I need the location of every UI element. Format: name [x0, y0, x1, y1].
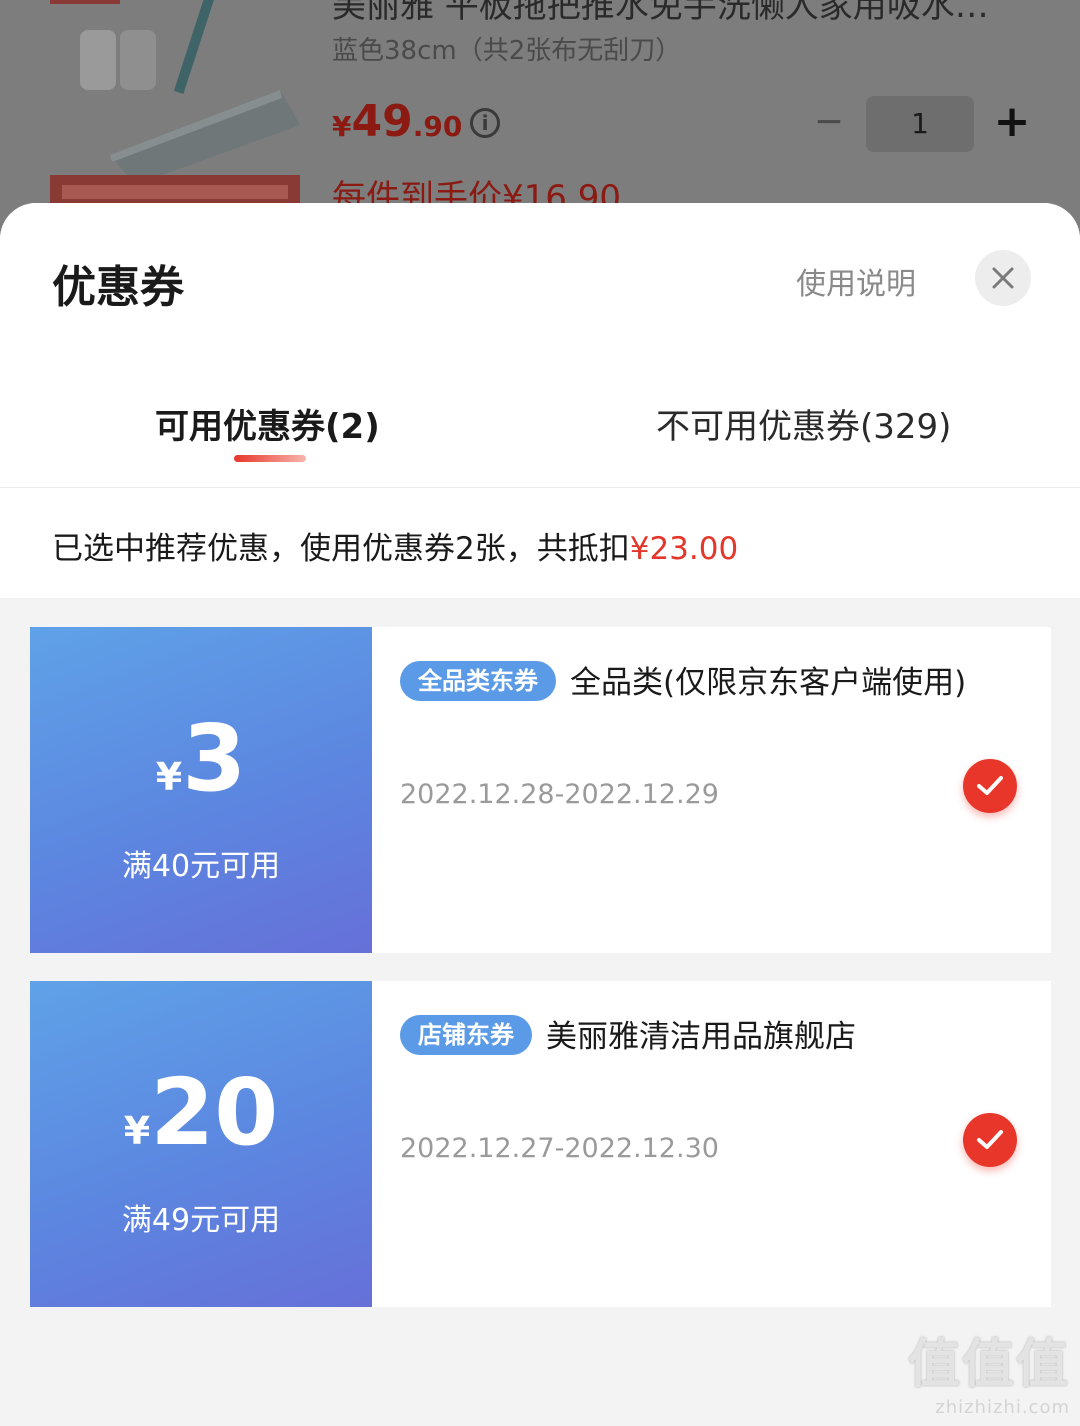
product-card-background: 美丽雅 平板拖把推水免手洗懒人家用吸水… 蓝色38cm（共2张布无刮刀） ¥49… — [0, 0, 1080, 230]
coupon-card[interactable]: ¥3 满40元可用 全品类东券 全品类(仅限京东客户端使用) 2022.12.28… — [24, 627, 1051, 953]
coupon-condition: 满40元可用 — [121, 849, 281, 884]
coupon-amount-value: 20 — [150, 1059, 279, 1166]
sheet-title: 优惠券 — [52, 262, 184, 313]
divider — [0, 487, 1080, 488]
tab-unavailable-coupons[interactable]: 不可用优惠券(329) — [656, 399, 951, 448]
coupon-value-panel: ¥3 满40元可用 — [24, 627, 372, 953]
coupon-type-badge: 全品类东券 — [400, 661, 556, 701]
product-spec: 蓝色38cm（共2张布无刮刀） — [332, 36, 682, 66]
product-title: 美丽雅 平板拖把推水免手洗懒人家用吸水… — [332, 0, 989, 26]
tab-available-coupons[interactable]: 可用优惠券(2) — [155, 399, 380, 448]
coupon-condition: 满49元可用 — [121, 1203, 281, 1238]
coupon-sheet: 优惠券 使用说明 可用优惠券(2) 不可用优惠券(329) 已选中推荐优惠，使用… — [0, 203, 1080, 1426]
active-tab-indicator — [234, 455, 306, 462]
coupon-amount: ¥3 — [30, 705, 372, 812]
close-button[interactable] — [975, 250, 1031, 306]
sheet-header: 优惠券 使用说明 可用优惠券(2) 不可用优惠券(329) 已选中推荐优惠，使用… — [0, 203, 1080, 598]
usage-instructions-link[interactable]: 使用说明 — [796, 259, 916, 303]
quantity-decrease-button[interactable]: − — [812, 104, 846, 144]
product-image — [50, 0, 300, 220]
coupon-scope: 全品类(仅限京东客户端使用) — [570, 665, 967, 701]
selection-summary: 已选中推荐优惠，使用优惠券2张，共抵扣¥23.00 — [52, 523, 738, 568]
coupon-currency: ¥ — [123, 1109, 151, 1153]
watermark-logo: 值值值 — [907, 1335, 1070, 1395]
close-icon — [992, 267, 1014, 289]
coupon-card[interactable]: ¥20 满49元可用 店铺东券 美丽雅清洁用品旗舰店 2022.12.27-202… — [24, 981, 1051, 1307]
coupon-amount: ¥20 — [30, 1059, 372, 1166]
quantity-increase-button[interactable]: + — [990, 98, 1034, 148]
watermark-url: zhizhizhi.com — [935, 1397, 1070, 1418]
summary-text: 已选中推荐优惠，使用优惠券2张，共抵扣 — [52, 531, 630, 567]
coupon-details: 店铺东券 美丽雅清洁用品旗舰店 2022.12.27-2022.12.30 — [372, 981, 1051, 1307]
coupon-select-checkbox[interactable] — [963, 759, 1017, 813]
product-price: ¥49.90 — [332, 96, 462, 147]
price-currency: ¥ — [332, 110, 352, 143]
coupon-currency: ¥ — [155, 755, 183, 799]
summary-amount: ¥23.00 — [629, 531, 739, 567]
coupon-date-range: 2022.12.28-2022.12.29 — [400, 779, 719, 810]
check-icon — [977, 776, 1003, 795]
coupon-description: 店铺东券 美丽雅清洁用品旗舰店 — [400, 1011, 980, 1063]
info-icon[interactable]: i — [470, 108, 500, 138]
quantity-input[interactable]: 1 — [866, 96, 974, 152]
coupon-type-badge: 店铺东券 — [400, 1015, 532, 1055]
watermark: 值值值 zhizhizhi.com — [908, 1322, 1070, 1418]
coupon-description: 全品类东券 全品类(仅限京东客户端使用) — [400, 657, 980, 709]
price-integer: 49 — [351, 96, 413, 147]
coupon-date-range: 2022.12.27-2022.12.30 — [400, 1133, 719, 1164]
coupon-select-checkbox[interactable] — [963, 1113, 1017, 1167]
coupon-amount-value: 3 — [182, 705, 247, 812]
price-decimal: .90 — [412, 110, 463, 143]
check-icon — [977, 1130, 1003, 1149]
coupon-value-panel: ¥20 满49元可用 — [24, 981, 372, 1307]
coupon-scope: 美丽雅清洁用品旗舰店 — [546, 1019, 856, 1055]
coupon-details: 全品类东券 全品类(仅限京东客户端使用) 2022.12.28-2022.12.2… — [372, 627, 1051, 953]
